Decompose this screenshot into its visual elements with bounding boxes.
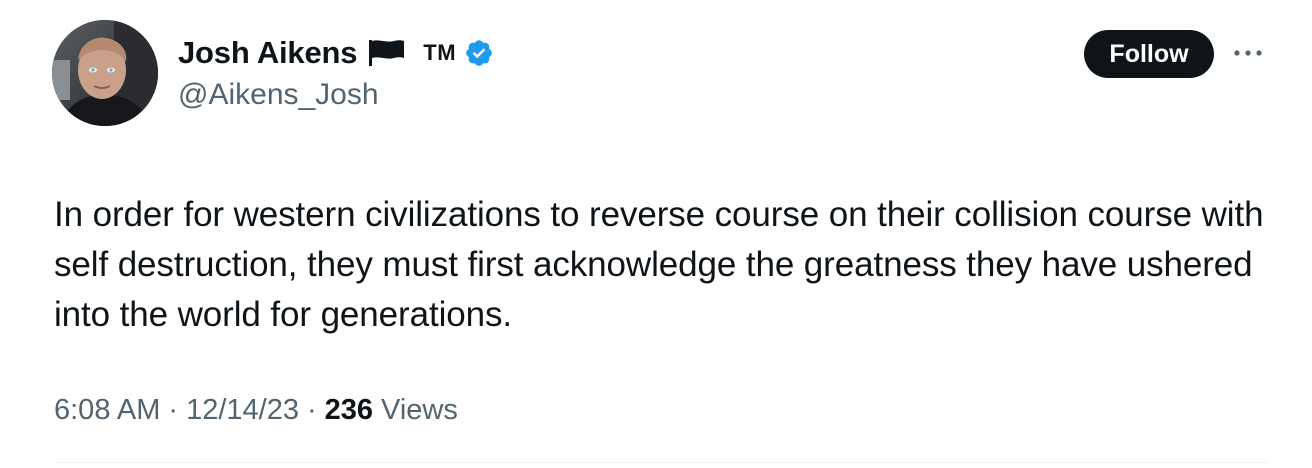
tweet-time[interactable]: 6:08 AM <box>54 394 160 427</box>
follow-button[interactable]: Follow <box>1084 30 1214 78</box>
tweet-text: In order for western civilizations to re… <box>54 195 1264 334</box>
tweet-card: Josh Aikens TM @Aikens_Josh Follow In or… <box>0 0 1312 468</box>
avatar-photo <box>52 20 158 126</box>
author-display-name[interactable]: Josh Aikens <box>178 35 357 71</box>
verified-badge-icon[interactable] <box>464 38 494 68</box>
author-name-row: Josh Aikens TM <box>178 32 494 74</box>
tweet-date[interactable]: 12/14/23 <box>186 394 299 427</box>
more-horizontal-icon[interactable] <box>1228 38 1268 68</box>
divider <box>54 462 1268 463</box>
black-flag-icon <box>367 38 407 68</box>
views-label: Views <box>381 394 458 426</box>
tweet-meta: 6:08 AM · 12/14/23 · 236 Views <box>54 394 458 427</box>
trademark-symbol: TM <box>423 40 457 65</box>
author-handle[interactable]: @Aikens_Josh <box>178 78 379 112</box>
meta-separator: · <box>168 394 179 426</box>
meta-separator: · <box>306 394 317 426</box>
avatar[interactable] <box>52 20 158 126</box>
views-count: 236 <box>324 394 374 426</box>
